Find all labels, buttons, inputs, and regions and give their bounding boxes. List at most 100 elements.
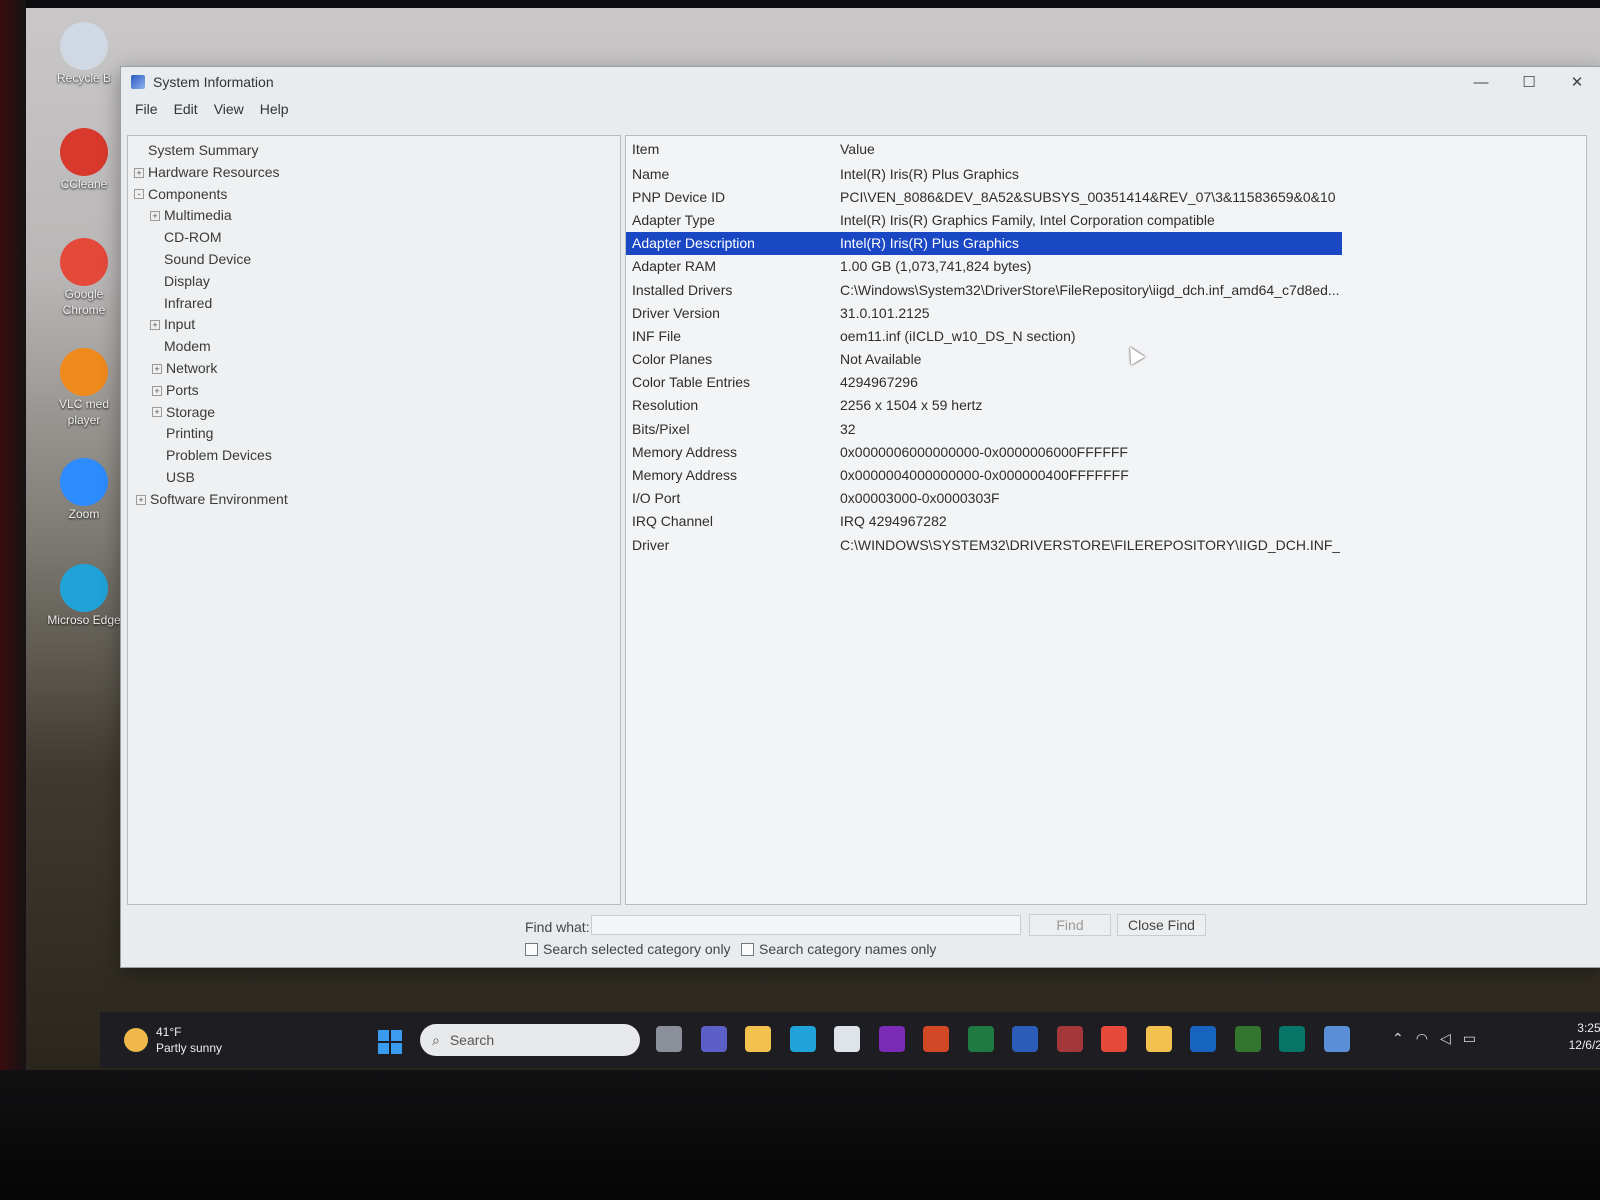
desktop-shortcut-label: Recycle B <box>56 71 112 85</box>
onenote-icon[interactable] <box>878 1026 905 1052</box>
taskbar-search[interactable]: ⌕ Search <box>420 1024 640 1056</box>
row-item: Adapter Description <box>632 235 755 252</box>
expand-icon[interactable]: + <box>152 363 162 374</box>
desktop-shortcut[interactable]: Google Chrome <box>44 238 124 318</box>
column-header-item[interactable]: Item <box>626 141 840 157</box>
list-row[interactable]: I/O Port 0x00003000-0x0000303F <box>626 487 1586 510</box>
maximize-button[interactable]: ☐ <box>1505 67 1553 97</box>
store-icon[interactable] <box>834 1026 860 1052</box>
desktop-shortcut[interactable]: Microso Edge <box>44 564 124 628</box>
close-button[interactable]: ✕ <box>1553 67 1600 97</box>
close-find-button[interactable]: Close Find <box>1117 914 1206 936</box>
list-row[interactable]: Memory Address 0x0000004000000000-0x00000… <box>626 463 1586 486</box>
weather-icon <box>124 1028 148 1052</box>
tree-node[interactable]: + Network <box>128 358 620 380</box>
teams-icon[interactable] <box>700 1026 727 1052</box>
expand-icon[interactable]: + <box>150 211 160 222</box>
clock[interactable]: 3:25 PM 12/6/2025 <box>1569 1020 1600 1054</box>
row-value: 2256 x 1504 x 59 hertz <box>840 397 983 414</box>
project-icon[interactable] <box>1234 1026 1261 1052</box>
list-row[interactable]: Adapter Type Intel(R) Iris(R) Graphics Fa… <box>626 208 1586 231</box>
desktop-shortcut[interactable]: VLC med player <box>44 348 124 428</box>
tree-node-label: Printing <box>166 425 214 442</box>
expand-icon[interactable]: + <box>150 320 160 331</box>
expand-icon[interactable]: + <box>152 407 162 418</box>
excel-icon[interactable] <box>967 1026 994 1052</box>
list-row[interactable]: IRQ Channel IRQ 4294967282 <box>626 510 1586 533</box>
tree-node[interactable]: + Ports <box>128 380 620 402</box>
file-explorer-icon[interactable] <box>745 1026 771 1052</box>
row-value: 1.00 GB (1,073,741,824 bytes) <box>840 258 1032 275</box>
list-row[interactable]: Color Table Entries 4294967296 <box>626 371 1586 394</box>
search-selected-category-checkbox[interactable]: Search selected category only <box>525 941 731 957</box>
outlook-icon[interactable] <box>1190 1026 1216 1052</box>
search-category-names-checkbox[interactable]: Search category names only <box>741 941 936 957</box>
tree-node-label: Components <box>148 185 228 202</box>
powerpoint-icon[interactable] <box>923 1026 949 1052</box>
row-item: Memory Address <box>632 443 738 460</box>
tree-node-label: System Summary <box>148 142 259 158</box>
tree-node-label: CD-ROM <box>164 229 222 246</box>
desktop-shortcut[interactable]: Recycle B <box>44 22 124 86</box>
menu-view[interactable]: View <box>206 101 252 117</box>
list-row[interactable]: Installed Drivers C:\Windows\System32\Dri… <box>626 278 1586 301</box>
list-row[interactable]: Driver Version 31.0.101.2125 <box>626 301 1586 324</box>
system-information-icon[interactable] <box>1323 1026 1350 1052</box>
category-tree[interactable]: System Summary + Hardware Resources - Compon… <box>127 135 621 905</box>
menu-file[interactable]: File <box>127 101 166 117</box>
chrome-icon[interactable] <box>1101 1026 1127 1052</box>
expand-icon[interactable]: + <box>136 494 146 505</box>
tree-node[interactable]: + Software Environment <box>128 489 620 511</box>
list-row[interactable]: PNP Device ID PCI\VEN_8086&DEV_8A52&SUBSY… <box>626 185 1586 208</box>
publisher-icon[interactable] <box>1279 1026 1305 1052</box>
wifi-icon[interactable]: ◠ <box>1416 1030 1428 1047</box>
start-button[interactable] <box>378 1030 402 1054</box>
tree-node[interactable]: Display <box>128 271 620 293</box>
list-row[interactable]: Driver C:\WINDOWS\SYSTEM32\DRIVERSTORE\FI… <box>626 533 1586 556</box>
tree-node[interactable]: Printing <box>128 423 620 445</box>
list-row[interactable]: Memory Address 0x0000006000000000-0x00000… <box>626 440 1586 463</box>
desktop-shortcut[interactable]: CCleane <box>44 128 124 192</box>
minimize-button[interactable]: — <box>1457 67 1505 97</box>
list-row[interactable]: Bits/Pixel 32 <box>626 417 1586 440</box>
volume-icon[interactable]: ◁ <box>1440 1030 1451 1047</box>
weather-widget[interactable]: 41°F Partly sunny <box>124 1024 222 1056</box>
list-row[interactable]: Name Intel(R) Iris(R) Plus Graphics <box>626 162 1586 185</box>
access-icon[interactable] <box>1056 1026 1083 1052</box>
files-icon[interactable] <box>1145 1026 1172 1052</box>
tree-node[interactable]: Modem <box>128 336 620 358</box>
column-header-value[interactable]: Value <box>840 141 1340 157</box>
tree-node[interactable]: CD-ROM <box>128 227 620 249</box>
edge-icon[interactable] <box>789 1026 816 1052</box>
collapse-icon[interactable]: - <box>134 189 144 200</box>
tree-node[interactable]: Problem Devices <box>128 445 620 467</box>
list-row[interactable]: Resolution 2256 x 1504 x 59 hertz <box>626 394 1586 417</box>
tree-node[interactable]: + Hardware Resources <box>128 162 620 184</box>
tree-node[interactable]: Sound Device <box>128 249 620 271</box>
checkbox-box[interactable] <box>741 942 754 956</box>
find-button[interactable]: Find <box>1029 914 1111 936</box>
expand-icon[interactable]: + <box>134 167 144 178</box>
menu-help[interactable]: Help <box>252 101 297 117</box>
list-row[interactable]: INF File oem11.inf (iICLD_w10_DS_N sectio… <box>626 324 1586 347</box>
tree-node[interactable]: Infrared <box>128 293 620 315</box>
battery-icon[interactable]: ▭ <box>1463 1030 1476 1047</box>
tree-node[interactable]: USB <box>128 467 620 489</box>
tree-node[interactable]: + Storage <box>128 402 620 424</box>
title-bar[interactable]: System Information <box>121 67 1600 97</box>
tree-node[interactable]: System Summary <box>128 140 620 162</box>
checkbox-box[interactable] <box>525 942 538 956</box>
tree-node[interactable]: + Input <box>128 314 620 336</box>
tree-node[interactable]: - Components <box>128 184 620 206</box>
list-row[interactable]: Adapter Description Intel(R) Iris(R) Plus… <box>626 231 1342 255</box>
expand-icon[interactable]: + <box>152 385 162 396</box>
menu-edit[interactable]: Edit <box>166 101 206 117</box>
chevron-up-icon[interactable]: ⌃ <box>1392 1030 1404 1047</box>
desktop-shortcut[interactable]: Zoom <box>44 458 124 522</box>
list-row[interactable]: Color Planes Not Available <box>626 348 1586 371</box>
find-input[interactable] <box>591 915 1021 935</box>
list-row[interactable]: Adapter RAM 1.00 GB (1,073,741,824 bytes) <box>626 255 1586 278</box>
word-icon[interactable] <box>1012 1026 1038 1052</box>
task-view-icon[interactable] <box>656 1026 682 1052</box>
tree-node[interactable]: + Multimedia <box>128 205 620 227</box>
